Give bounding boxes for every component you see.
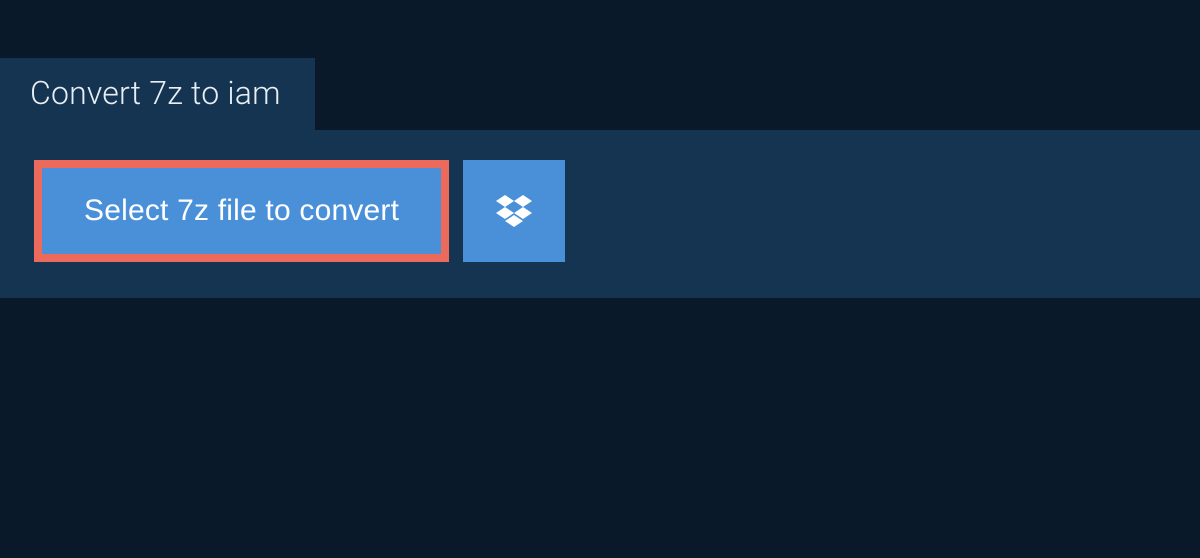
select-file-button[interactable]: Select 7z file to convert	[34, 160, 449, 262]
tab-convert[interactable]: Convert 7z to iam	[0, 58, 315, 130]
convert-panel: Select 7z file to convert	[0, 130, 1200, 298]
select-file-label: Select 7z file to convert	[84, 194, 399, 228]
dropbox-button[interactable]	[463, 160, 565, 262]
tab-bar: Convert 7z to iam	[0, 58, 1200, 130]
tab-title: Convert 7z to iam	[30, 74, 281, 112]
dropbox-icon	[496, 195, 532, 227]
